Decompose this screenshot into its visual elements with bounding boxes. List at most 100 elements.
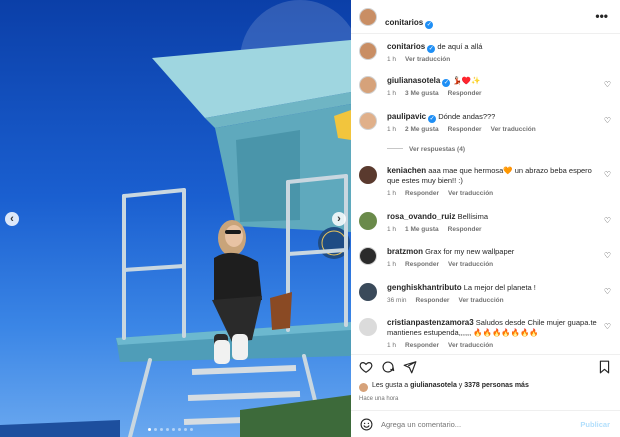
comment-meta: 36 min Responder Ver traducción xyxy=(387,297,513,304)
comment-body: keniachen aaa mae que hermosa🧡 un abrazo… xyxy=(387,166,597,186)
verified-badge-icon: ✓ xyxy=(442,79,451,87)
commenter-username[interactable]: paulipavic xyxy=(387,112,426,121)
commenter-username[interactable]: cristianpastenzamora3 xyxy=(387,318,474,327)
bookmark-icon[interactable] xyxy=(598,360,611,374)
translate-link[interactable]: Ver traducción xyxy=(448,342,493,349)
comment-text: Bellísima xyxy=(457,212,488,221)
emoji-icon[interactable] xyxy=(360,418,373,431)
comment-body: cristianpastenzamora3 Saludos desde Chil… xyxy=(387,318,597,338)
like-comment-heart-icon[interactable]: ♡ xyxy=(604,80,611,89)
comment-likes[interactable]: 1 Me gusta xyxy=(405,226,439,233)
post-header: conitarios ✓ ••• xyxy=(351,0,620,34)
more-options-icon[interactable]: ••• xyxy=(595,9,608,23)
comment-meta: 1 h 2 Me gusta Responder Ver traducción xyxy=(387,126,545,133)
comment-item: paulipavic ✓ Dónde andas??? 1 h 2 Me gusta… xyxy=(351,110,620,154)
like-comment-heart-icon[interactable]: ♡ xyxy=(604,216,611,225)
comment-body: rosa_ovando_ruiz Bellísima xyxy=(387,212,597,222)
view-replies-link[interactable]: Ver respuestas (4) xyxy=(387,146,465,153)
commenter-username[interactable]: rosa_ovando_ruiz xyxy=(387,212,455,221)
comment-icon[interactable] xyxy=(381,360,395,374)
commenter-avatar[interactable] xyxy=(359,318,377,336)
translate-link[interactable]: Ver traducción xyxy=(448,190,493,197)
caption-username[interactable]: conitarios xyxy=(387,42,425,51)
reply-button[interactable]: Responder xyxy=(448,90,482,97)
post-actions xyxy=(351,360,620,380)
liker-avatar[interactable] xyxy=(359,383,368,392)
share-icon[interactable] xyxy=(403,360,417,374)
commenter-avatar[interactable] xyxy=(359,283,377,301)
view-replies-label[interactable]: Ver respuestas (4) xyxy=(409,146,465,153)
commenter-avatar[interactable] xyxy=(359,166,377,184)
comment-likes[interactable]: 3 Me gusta xyxy=(405,90,439,97)
comment-body: genghiskhantributo La mejor del planeta … xyxy=(387,283,597,293)
post-timestamp: Hace una hora xyxy=(359,396,399,402)
reply-button[interactable]: Responder xyxy=(448,126,482,133)
translate-link[interactable]: Ver traducción xyxy=(405,56,450,63)
comment-time: 1 h xyxy=(387,342,397,349)
comment-time: 1 h xyxy=(387,190,397,197)
comment-text: 💃🏻♥️✨ xyxy=(452,76,481,85)
translate-link[interactable]: Ver traducción xyxy=(491,126,536,133)
next-photo-button[interactable]: › xyxy=(332,212,346,226)
replies-line xyxy=(387,148,403,149)
reply-button[interactable]: Responder xyxy=(405,261,439,268)
like-comment-heart-icon[interactable]: ♡ xyxy=(604,170,611,179)
commenter-avatar[interactable] xyxy=(359,76,377,94)
like-comment-heart-icon[interactable]: ♡ xyxy=(604,251,611,260)
translate-link[interactable]: Ver traducción xyxy=(448,261,493,268)
commenter-avatar[interactable] xyxy=(359,212,377,230)
comment-time: 1 h xyxy=(387,261,397,268)
like-comment-heart-icon[interactable]: ♡ xyxy=(604,116,611,125)
like-comment-heart-icon[interactable]: ♡ xyxy=(604,287,611,296)
carousel-dot xyxy=(184,428,187,431)
post-details-panel: conitarios ✓ ••• conitarios ✓ de aquí a al… xyxy=(351,0,620,437)
commenter-username[interactable]: giulianasotela xyxy=(387,76,440,85)
comment-time: 1 h xyxy=(387,226,397,233)
likes-summary: Les gusta a giulianasotela y 3378 person… xyxy=(372,382,529,389)
previous-photo-button[interactable]: ‹ xyxy=(5,212,19,226)
comment-item: giulianasotela ✓ 💃🏻♥️✨ 1 h 3 Me gusta Respo… xyxy=(351,74,620,102)
post-comment-button[interactable]: Publicar xyxy=(580,420,610,429)
owner-username[interactable]: conitarios xyxy=(385,18,423,27)
caption: conitarios ✓ de aquí a allá 1 h Ver traduc… xyxy=(351,40,620,68)
divider xyxy=(351,410,620,411)
comment-time: 1 h xyxy=(387,126,397,133)
comment-item: cristianpastenzamora3 Saludos desde Chil… xyxy=(351,316,620,352)
comment-meta: 1 h 1 Me gusta Responder xyxy=(387,226,491,233)
translate-link[interactable]: Ver traducción xyxy=(458,297,503,304)
reply-button[interactable]: Responder xyxy=(405,190,439,197)
verified-badge-icon: ✓ xyxy=(425,21,434,29)
comment-text: Grax for my new wallpaper xyxy=(425,247,515,256)
caption-time: 1 h xyxy=(387,56,397,63)
comment-text: La mejor del planeta ! xyxy=(463,283,536,292)
commenter-avatar[interactable] xyxy=(359,247,377,265)
likes-prefix: Les gusta a xyxy=(372,382,409,389)
carousel-dot xyxy=(190,428,193,431)
post-photo[interactable]: ‹ › xyxy=(0,0,351,437)
comment-likes[interactable]: 2 Me gusta xyxy=(405,126,439,133)
reply-button[interactable]: Responder xyxy=(416,297,450,304)
commenter-username[interactable]: genghiskhantributo xyxy=(387,283,462,292)
carousel-dot xyxy=(154,428,157,431)
heart-icon[interactable] xyxy=(359,360,373,374)
comment-input[interactable] xyxy=(381,420,561,429)
carousel-dot xyxy=(160,428,163,431)
owner-name-row: conitarios ✓ xyxy=(385,12,434,30)
like-comment-heart-icon[interactable]: ♡ xyxy=(604,322,611,331)
likes-user-link[interactable]: giulianasotela xyxy=(410,382,457,389)
owner-avatar[interactable] xyxy=(359,8,377,26)
comment-item: keniachen aaa mae que hermosa🧡 un abrazo… xyxy=(351,164,620,200)
reply-button[interactable]: Responder xyxy=(448,226,482,233)
reply-button[interactable]: Responder xyxy=(405,342,439,349)
commenter-username[interactable]: bratzmon xyxy=(387,247,423,256)
comment-body: paulipavic ✓ Dónde andas??? xyxy=(387,112,597,123)
commenter-avatar[interactable] xyxy=(359,112,377,130)
caption-text: de aquí a allá xyxy=(437,42,483,51)
caption-text-row: conitarios ✓ de aquí a allá xyxy=(387,42,597,53)
caption-meta: 1 h Ver traducción xyxy=(387,56,459,63)
caption-avatar[interactable] xyxy=(359,42,377,60)
likes-count-link[interactable]: 3378 personas más xyxy=(464,382,529,389)
carousel-indicator xyxy=(148,428,193,431)
commenter-username[interactable]: keniachen xyxy=(387,166,426,175)
comment-time: 36 min xyxy=(387,297,407,304)
